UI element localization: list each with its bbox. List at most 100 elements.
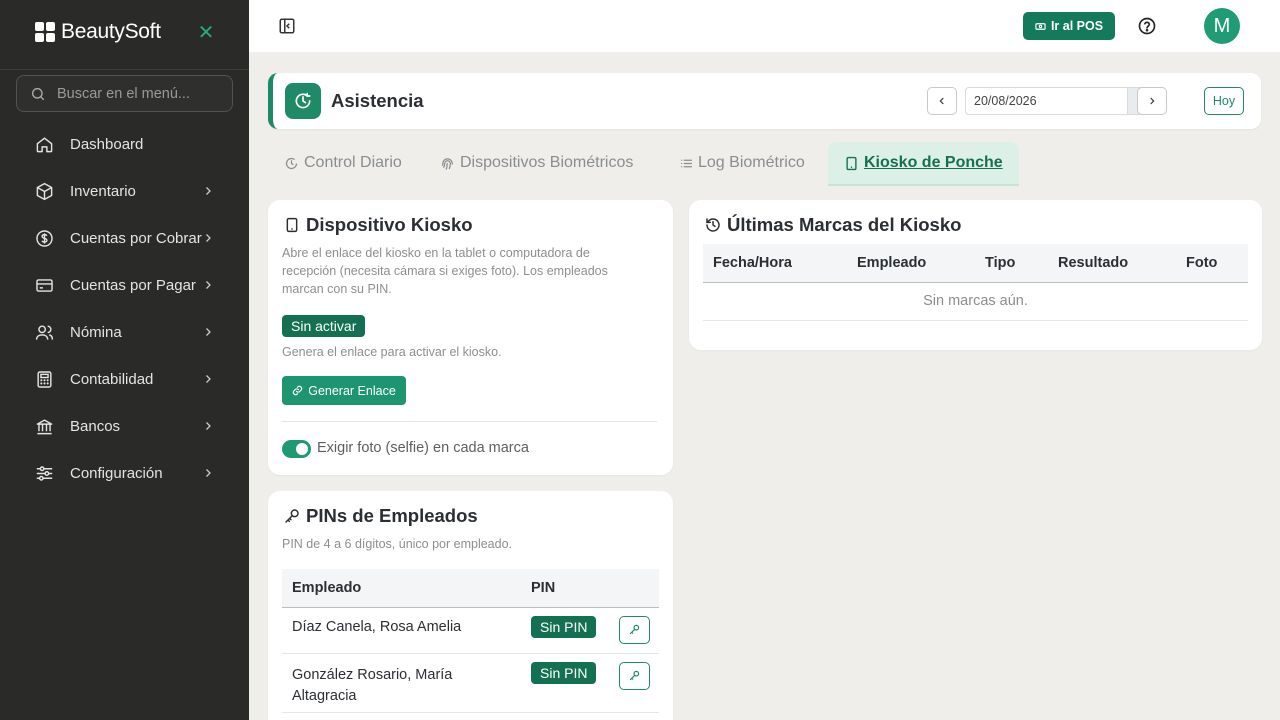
user-avatar[interactable]: M — [1204, 8, 1240, 44]
clock-icon — [285, 157, 298, 169]
chevron-right-icon — [206, 187, 211, 195]
pins-table-wrapper: Empleado PIN Díaz Canela, Rosa Amelia Si… — [282, 569, 659, 713]
sidebar-item-label: Bancos — [70, 418, 121, 435]
latest-marks-card: Últimas Marcas del Kiosko Fecha/Hora Emp… — [689, 200, 1262, 350]
employee-pins-card: PINs de Empleados PIN de 4 a 6 dígitos, … — [268, 491, 673, 720]
sidebar: BeautySoft ✕ Dashboard Inventario Cuenta… — [0, 0, 249, 720]
pins-subtitle: PIN de 4 a 6 dígitos, único por empleado… — [282, 537, 513, 551]
column-header-photo: Foto — [1176, 244, 1248, 283]
empty-state-text: Sin marcas aún. — [703, 282, 1248, 321]
chevron-right-icon — [206, 469, 211, 477]
selfie-required-label: Exigir foto (selfie) en cada marca — [317, 440, 529, 456]
sidebar-item-nomina[interactable]: Nómina — [0, 309, 249, 356]
tab-label: Log Biométrico — [698, 154, 805, 171]
sidebar-item-label: Inventario — [70, 183, 136, 200]
fingerprint-icon — [441, 157, 453, 170]
link-icon — [293, 385, 303, 396]
menu-search-input[interactable] — [57, 85, 227, 102]
pins-table-header: Empleado PIN — [282, 569, 659, 608]
previous-day-button[interactable] — [927, 87, 957, 115]
pin-status-badge: Sin PIN — [531, 615, 597, 638]
next-day-button[interactable] — [1137, 87, 1167, 115]
bank-icon — [36, 419, 53, 435]
today-button[interactable]: Hoy — [1204, 87, 1244, 115]
marks-table-wrapper: Fecha/Hora Empleado Tipo Resultado Foto … — [703, 244, 1248, 321]
column-header-result: Resultado — [1048, 244, 1176, 283]
tab-control-diario[interactable]: Control Diario — [284, 142, 402, 184]
chevron-right-icon — [206, 234, 211, 242]
generate-link-button[interactable]: Generar Enlace — [282, 376, 406, 405]
sidebar-item-configuracion[interactable]: Configuración — [0, 450, 249, 497]
set-pin-button[interactable] — [619, 661, 650, 690]
column-header-type: Tipo — [975, 244, 1048, 283]
kiosk-description: Abre el enlace del kiosko en la tablet o… — [282, 246, 608, 296]
kiosk-status-hint: Genera el enlace para activar el kiosko. — [282, 345, 502, 359]
attendance-icon — [285, 83, 321, 119]
date-picker — [965, 87, 1157, 115]
help-icon[interactable] — [1138, 17, 1156, 35]
sidebar-item-contabilidad[interactable]: Contabilidad — [0, 356, 249, 403]
kiosk-title-text: Dispositivo Kiosko — [306, 214, 473, 235]
column-header-datetime: Fecha/Hora — [703, 244, 847, 283]
pins-table: Empleado PIN Díaz Canela, Rosa Amelia Si… — [282, 569, 659, 713]
go-to-pos-label: Ir al POS — [1050, 19, 1104, 33]
sidebar-toggle-icon[interactable] — [278, 17, 296, 35]
sidebar-item-cuentas-pagar[interactable]: Cuentas por Pagar — [0, 262, 249, 309]
empty-row: Sin marcas aún. — [703, 282, 1248, 321]
users-icon — [35, 325, 54, 340]
menu-search[interactable] — [16, 75, 233, 112]
tab-label: Dispositivos Biométricos — [460, 154, 634, 171]
employee-name: González Rosario, María Altagracia — [282, 653, 521, 713]
tab-label: Control Diario — [304, 154, 402, 171]
sidebar-item-inventario[interactable]: Inventario — [0, 168, 249, 215]
tablet-icon — [286, 217, 298, 233]
tab-log-biometrico[interactable]: Log Biométrico — [680, 142, 805, 184]
sidebar-item-label: Cuentas por Pagar — [70, 277, 196, 294]
sidebar-item-label: Contabilidad — [70, 371, 154, 388]
kiosk-status-badge: Sin activar — [282, 315, 366, 337]
generate-link-label: Generar Enlace — [308, 383, 396, 398]
sidebar-item-label: Dashboard — [70, 136, 144, 153]
brand-logo[interactable]: BeautySoft — [35, 20, 161, 44]
sidebar-item-dashboard[interactable]: Dashboard — [0, 121, 249, 168]
table-row: Díaz Canela, Rosa Amelia Sin PIN — [282, 607, 659, 654]
sidebar-item-cuentas-cobrar[interactable]: Cuentas por Cobrar — [0, 215, 249, 262]
column-header-employee: Empleado — [282, 569, 521, 608]
marks-card-title: Últimas Marcas del Kiosko — [705, 214, 961, 236]
dollar-icon — [36, 230, 53, 247]
key-icon — [285, 509, 299, 523]
attendance-tabs: Control Diario Dispositivos Biométricos … — [268, 142, 1261, 184]
page-title: Asistencia — [331, 90, 424, 111]
marks-table-header: Fecha/Hora Empleado Tipo Resultado Foto — [703, 244, 1248, 283]
chevron-right-icon — [206, 328, 211, 336]
set-pin-button[interactable] — [619, 615, 650, 644]
page-header: Asistencia Hoy — [268, 73, 1261, 129]
pins-card-title: PINs de Empleados — [284, 505, 478, 527]
chevron-left-icon — [939, 97, 944, 105]
chevron-right-icon — [206, 422, 211, 430]
chevron-right-icon — [206, 375, 211, 383]
column-header-employee: Empleado — [847, 244, 975, 283]
tab-kiosko-de-ponche[interactable]: Kiosko de Ponche — [828, 142, 1019, 184]
tab-dispositivos-biometricos[interactable]: Dispositivos Biométricos — [440, 142, 633, 184]
sidebar-divider — [0, 69, 249, 70]
pin-status-badge: Sin PIN — [531, 661, 597, 684]
brand-name: BeautySoft — [61, 20, 161, 43]
column-header-actions — [609, 569, 659, 608]
go-to-pos-button[interactable]: Ir al POS — [1023, 12, 1115, 40]
date-field[interactable] — [965, 87, 1128, 115]
kiosk-device-card: Dispositivo Kiosko Abre el enlace del ki… — [268, 200, 673, 475]
sidebar-item-bancos[interactable]: Bancos — [0, 403, 249, 450]
selfie-required-toggle[interactable] — [282, 440, 311, 458]
kiosk-card-title: Dispositivo Kiosko — [284, 214, 473, 236]
chevron-right-icon — [1150, 97, 1155, 105]
card-icon — [36, 279, 53, 292]
kiosk-divider — [282, 421, 657, 422]
close-sidebar-icon[interactable]: ✕ — [196, 22, 216, 44]
box-icon — [36, 182, 53, 201]
pins-title-text: PINs de Empleados — [306, 505, 478, 526]
key-icon — [629, 624, 640, 635]
tab-label: Kiosko de Ponche — [864, 154, 1003, 171]
sidebar-item-label: Configuración — [70, 465, 163, 482]
employee-name: Díaz Canela, Rosa Amelia — [282, 607, 521, 654]
